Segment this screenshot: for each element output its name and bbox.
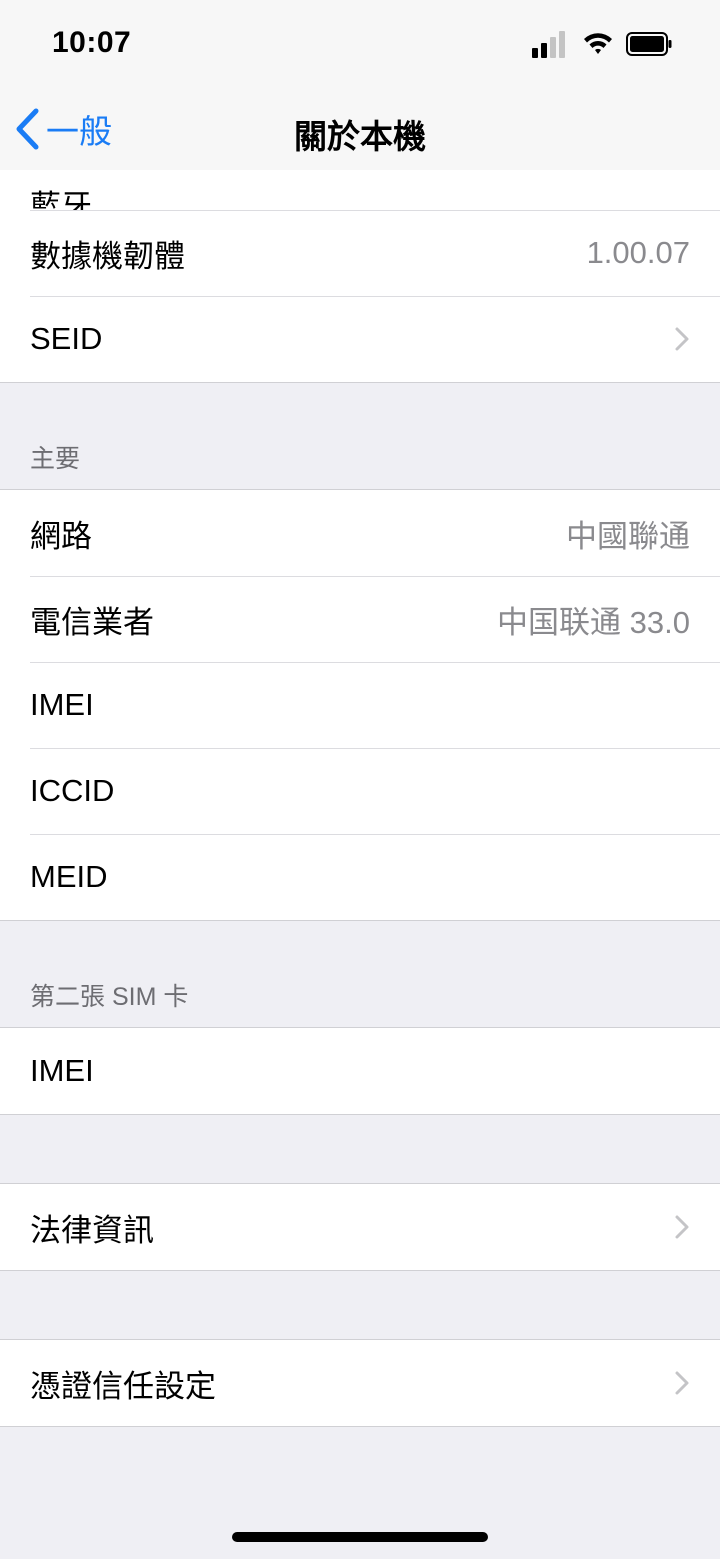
legal-label: 法律資訊 [30, 1212, 154, 1248]
network-label: 網路 [30, 518, 92, 554]
list-item-legal[interactable]: 法律資訊 [0, 1184, 720, 1270]
list-item-imei: IMEI [0, 662, 720, 748]
second-imei-label: IMEI [30, 1053, 94, 1088]
device-info-group: 藍牙 數據機韌體 1.00.07 SEID [0, 170, 720, 383]
bluetooth-label: 藍牙 [30, 189, 92, 210]
second-sim-header-text: 第二張 SIM 卡 [30, 983, 189, 1011]
section-header-primary: 主要 [0, 383, 720, 489]
seid-label: SEID [30, 321, 103, 356]
imei-label: IMEI [30, 687, 94, 722]
list-item-second-imei: IMEI [0, 1028, 720, 1114]
list-item-certificate-trust[interactable]: 憑證信任設定 [0, 1340, 720, 1426]
battery-icon [626, 32, 672, 56]
certificate-trust-label: 憑證信任設定 [30, 1368, 216, 1404]
carrier-label: 電信業者 [30, 604, 154, 640]
chevron-right-icon [675, 1215, 689, 1239]
primary-header-text: 主要 [30, 445, 81, 473]
page-title: 關於本機 [294, 118, 426, 155]
chevron-right-icon [675, 327, 689, 351]
iccid-label: ICCID [30, 773, 115, 808]
carrier-value: 中国联通 33.0 [497, 604, 690, 640]
list-item-bluetooth: 藍牙 [0, 170, 720, 210]
legal-group: 法律資訊 [0, 1183, 720, 1271]
cellular-signal-icon [532, 31, 565, 58]
wifi-icon [584, 33, 612, 54]
list-item-modem-firmware: 數據機韌體 1.00.07 [0, 210, 720, 296]
list-item-meid: MEID [0, 834, 720, 920]
navigation-bar: 一般 關於本機 [0, 88, 720, 171]
modem-firmware-label: 數據機韌體 [30, 238, 185, 274]
settings-list[interactable]: 藍牙 數據機韌體 1.00.07 SEID 主要 網路 中國聯通 電信業者 中国… [0, 170, 720, 1427]
status-bar: 10:07 [0, 0, 720, 88]
meid-label: MEID [30, 859, 108, 894]
status-time: 10:07 [52, 26, 132, 59]
network-value: 中國聯通 [566, 518, 690, 554]
chevron-right-icon [675, 1371, 689, 1395]
list-item-carrier: 電信業者 中国联通 33.0 [0, 576, 720, 662]
list-item-network: 網路 中國聯通 [0, 490, 720, 576]
certificate-trust-group: 憑證信任設定 [0, 1339, 720, 1427]
home-indicator[interactable] [232, 1532, 488, 1542]
primary-sim-group: 網路 中國聯通 電信業者 中国联通 33.0 IMEI ICCID MEID [0, 489, 720, 921]
modem-firmware-value: 1.00.07 [586, 235, 690, 270]
section-header-second-sim: 第二張 SIM 卡 [0, 921, 720, 1027]
list-item-iccid: ICCID [0, 748, 720, 834]
list-item-seid[interactable]: SEID [0, 296, 720, 382]
second-sim-group: IMEI [0, 1027, 720, 1115]
